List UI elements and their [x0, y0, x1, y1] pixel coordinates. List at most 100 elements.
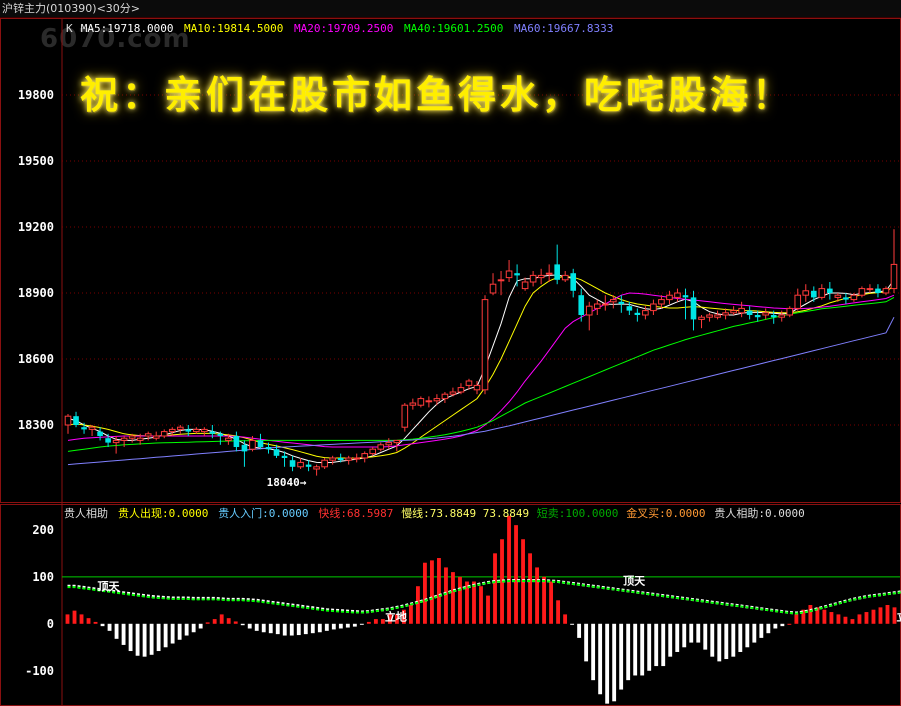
oscillator-bar: [808, 605, 813, 624]
candle-body-up: [120, 437, 128, 441]
sub-legend-item: 慢线:73.8849 73.8849: [401, 506, 529, 520]
main-legend-item: K: [66, 22, 73, 35]
oscillator-bar: [780, 623, 785, 627]
candle-body-up: [401, 404, 409, 428]
oscillator-bar: [766, 623, 771, 634]
candle-body-down: [570, 273, 577, 291]
candle-body-up: [225, 437, 232, 441]
candle-body-up: [593, 303, 601, 309]
oscillator-bar: [885, 605, 890, 624]
sub-legend-item: 金叉买:0.0000: [626, 506, 705, 520]
oscillator-bar: [549, 581, 554, 624]
sub-legend-item: 贵人相助:0.0000: [714, 506, 804, 520]
candle-body-up: [706, 314, 713, 318]
oscillator-bar: [626, 623, 631, 681]
candle-body-down: [754, 315, 761, 318]
oscillator-bar: [612, 623, 617, 702]
candle-body-up: [457, 387, 465, 393]
oscillator-bar: [65, 614, 70, 624]
oscillator-bar: [556, 600, 561, 624]
candle-body-up: [666, 294, 673, 301]
sub-y-tick-label: 100: [32, 570, 54, 584]
y-tick-label: 18600: [18, 352, 54, 366]
main-legend-item: MA20:19709.2500: [294, 22, 393, 35]
oscillator-bar: [128, 623, 133, 652]
oscillator-bar: [296, 623, 301, 636]
candle-body-up: [369, 448, 377, 455]
oscillator-bar: [605, 623, 610, 704]
oscillator-bar: [156, 623, 161, 652]
candle-body-up: [497, 279, 505, 282]
candle-body-up: [762, 312, 769, 316]
oscillator-bar: [240, 623, 245, 626]
candle-body-up: [521, 281, 529, 290]
candle-body-up: [738, 307, 745, 314]
oscillator-bar: [640, 623, 645, 676]
oscillator-bar: [261, 623, 266, 633]
oscillator-bar: [633, 623, 638, 676]
oscillator-bar: [423, 562, 427, 624]
ma-line-ma20: [67, 292, 895, 448]
oscillator-bar: [675, 623, 680, 652]
oscillator-bar: [654, 623, 659, 667]
oscillator-bar: [408, 605, 413, 624]
oscillator-bar: [338, 623, 343, 629]
candle-body-down: [578, 295, 585, 315]
candle-body-up: [778, 314, 786, 318]
main-legend-item: MA10:19814.5000: [184, 22, 283, 35]
oscillator-bar: [703, 623, 708, 650]
candle-body-down: [554, 264, 560, 280]
candle-body-up: [425, 400, 433, 403]
sub-y-tick-label: -100: [25, 664, 54, 678]
oscillator-bar: [647, 623, 652, 671]
candle-body-down: [289, 460, 296, 467]
oscillator-bar: [415, 586, 420, 624]
candle-body-down: [273, 449, 280, 456]
oscillator-bar: [738, 623, 743, 652]
candle-body-down: [843, 297, 849, 300]
oscillator-bar: [247, 623, 252, 629]
candle-body-up: [481, 299, 489, 391]
candle-body-down: [618, 301, 625, 304]
candle-body-down: [81, 427, 87, 430]
candle-body-up: [658, 299, 665, 305]
oscillator-bar: [486, 595, 490, 624]
oscillator-bar: [437, 558, 441, 624]
oscillator-bar: [479, 586, 483, 624]
oscillator-bar: [661, 623, 666, 667]
candle-body-up: [802, 290, 810, 296]
oscillator-bar: [563, 614, 568, 624]
oscillator-bar: [282, 623, 287, 636]
sub-legend-item: 贵人入门:0.0000: [218, 506, 308, 520]
candle-body-up: [794, 294, 802, 309]
oscillator-bar: [352, 623, 357, 627]
oscillator-bar: [212, 619, 217, 624]
candle-body-up: [714, 314, 721, 318]
y-tick-label: 19200: [18, 220, 54, 234]
oscillator-bar: [528, 553, 532, 624]
oscillator-bar: [458, 576, 462, 624]
oscillator-bar: [191, 623, 196, 633]
candle-body-up: [545, 272, 553, 275]
candle-body-up: [417, 398, 425, 406]
candle-body-up: [201, 428, 208, 433]
oscillator-bar: [345, 623, 350, 628]
candle-body-up: [353, 457, 361, 460]
oscillator-bar: [570, 623, 575, 625]
candle-body-up: [674, 292, 681, 298]
oscillator-bar: [303, 623, 308, 635]
candle-body-up: [249, 439, 256, 450]
oscillator-bar: [745, 623, 750, 648]
sub-legend-item: 快线:68.5987: [318, 506, 393, 520]
oscillator-bar: [689, 623, 694, 643]
oscillator-bar: [717, 623, 722, 662]
oscillator-bar: [430, 560, 434, 624]
candle-body-up: [160, 431, 168, 437]
oscillator-bar: [822, 609, 827, 624]
oscillator-bar: [135, 623, 140, 656]
chart-canvas[interactable]: 18300 18600 18900 19200 19500 19800 18040→ K MA5…: [0, 18, 901, 706]
oscillator-bar: [324, 623, 329, 631]
oscillator-bar: [289, 623, 294, 636]
candle-body-up: [88, 426, 96, 430]
candle-body-down: [73, 416, 79, 425]
